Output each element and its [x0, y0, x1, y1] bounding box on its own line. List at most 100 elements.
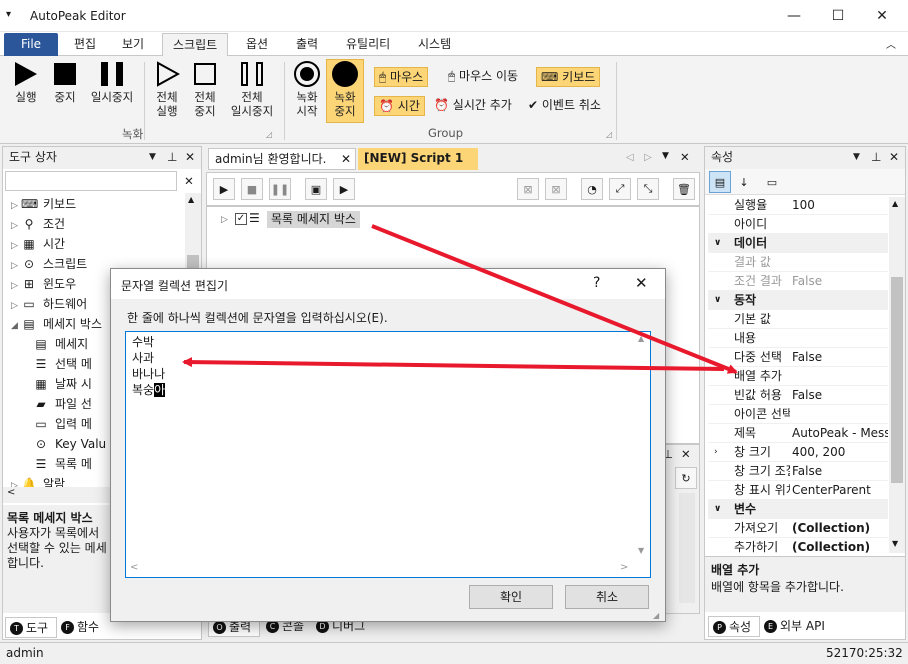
tree-subitem-file[interactable]: ▰ 파일 선	[33, 395, 92, 415]
tab-close-icon[interactable]: ✕	[341, 149, 351, 169]
pin-icon[interactable]: ⊥	[871, 147, 881, 168]
tab-welcome[interactable]: admin님 환영합니다. ✕	[208, 148, 356, 170]
panel-menu-icon[interactable]: ▼	[149, 147, 156, 168]
textarea-vscrollbar[interactable]: ▲ ▼	[634, 332, 650, 562]
dialog-launcher-icon[interactable]: ◿	[266, 130, 272, 139]
property-row[interactable]: 창 표시 위치CenterParent	[708, 481, 888, 500]
panel-close-icon[interactable]: ✕	[889, 147, 899, 168]
toolbox-search-input[interactable]	[5, 171, 177, 191]
pause-button[interactable]: 일시중지	[84, 60, 140, 104]
tab-output[interactable]: 출력	[286, 33, 328, 56]
tab-external-api[interactable]: E 외부 API	[760, 616, 836, 637]
panel-close-icon[interactable]: ✕	[185, 147, 195, 168]
collapse-icon[interactable]: ∨	[714, 500, 721, 518]
run-to-end-icon[interactable]: ▶	[333, 178, 355, 200]
tree-subitem-keyvalue[interactable]: ⊙ Key Valu	[33, 435, 106, 455]
scroll-right-icon[interactable]: ▷	[644, 152, 652, 163]
tab-view[interactable]: 보기	[112, 33, 154, 56]
property-row[interactable]: 빈값 허용 False	[708, 386, 888, 405]
tree-item-script[interactable]: ▷ ⊙ 스크립트	[11, 255, 87, 275]
property-row[interactable]: 실행율 100	[708, 196, 888, 215]
collapse-ribbon-icon[interactable]: ︿	[886, 36, 896, 51]
close-button[interactable]: ✕	[860, 2, 904, 30]
pin-icon[interactable]: ⊥	[167, 147, 177, 168]
dialog-close-button[interactable]: ✕	[635, 274, 648, 292]
pause-all-button[interactable]: 전체 일시중지	[224, 60, 280, 118]
property-row[interactable]: 내용	[708, 329, 888, 348]
tab-list-icon[interactable]: ▼	[662, 151, 669, 161]
time-toggle[interactable]: ⏰ 시간	[374, 96, 425, 116]
tab-tools[interactable]: T 도구	[5, 617, 57, 638]
tab-system[interactable]: 시스템	[408, 33, 461, 56]
system-menu-icon[interactable]: ▾	[6, 9, 11, 20]
tab-script[interactable]: 스크립트	[162, 33, 229, 56]
tab-functions[interactable]: F 함수	[57, 617, 111, 638]
editor-close-icon[interactable]: ✕	[680, 150, 690, 164]
tab-script-1[interactable]: [NEW] Script 1	[358, 148, 478, 170]
step-icon[interactable]: ▣	[305, 178, 327, 200]
tab-file[interactable]: File	[4, 33, 58, 56]
tree-item-keyboard[interactable]: ▷ ⌨ 키보드	[11, 195, 76, 215]
tab-properties[interactable]: P 속성	[708, 616, 760, 637]
expand-node-icon[interactable]: ▷	[221, 215, 228, 225]
record-stop-button[interactable]: 녹화 중지	[326, 59, 364, 123]
property-row[interactable]: 기본 값	[708, 310, 888, 329]
property-row[interactable]: 배열 추가	[708, 367, 888, 386]
close-x-icon[interactable]: ⊠	[517, 178, 539, 200]
tab-utility[interactable]: 유틸리티	[336, 33, 400, 56]
property-row[interactable]: 결과 값	[708, 253, 888, 272]
property-row[interactable]: 가져오기 (Collection)	[708, 519, 888, 538]
property-row[interactable]: 조건 결과 False	[708, 272, 888, 291]
property-row[interactable]: 창 크기 조절False	[708, 462, 888, 481]
dialog-launcher-icon[interactable]: ◿	[606, 130, 612, 139]
property-category[interactable]: ∨ 데이터	[708, 234, 888, 253]
tree-item-window[interactable]: ▷ ⊞ 윈도우	[11, 275, 76, 295]
record-start-button[interactable]: 녹화 시작	[288, 60, 326, 118]
delete-icon[interactable]: 🗑	[673, 178, 695, 200]
tree-subitem-list[interactable]: ☰ 목록 메	[33, 455, 92, 475]
tab-edit[interactable]: 편집	[64, 33, 106, 56]
output-scrollbar[interactable]	[679, 493, 695, 603]
property-pages-icon[interactable]: ▭	[761, 171, 783, 193]
property-row[interactable]: 아이디	[708, 215, 888, 234]
collapse-icon[interactable]: ⤡	[637, 178, 659, 200]
maximize-button[interactable]: ☐	[816, 2, 860, 30]
refresh-icon[interactable]: ↻	[675, 467, 697, 489]
tree-item-condition[interactable]: ▷ ⚲ 조건	[11, 215, 65, 235]
keyboard-toggle[interactable]: ⌨ 키보드	[536, 67, 601, 87]
collection-textarea[interactable]: 수박 사과 바나나 복숭아 ▲ ▼ < >	[125, 331, 651, 578]
help-button[interactable]: ?	[593, 275, 600, 291]
cancel-button[interactable]: 취소	[565, 585, 649, 609]
sort-az-icon[interactable]: ↓	[733, 171, 755, 193]
property-row[interactable]: 아이콘 선택	[708, 405, 888, 424]
property-row[interactable]: 제목AutoPeak - Message	[708, 424, 888, 443]
property-row[interactable]: 다중 선택 False	[708, 348, 888, 367]
scroll-left-icon[interactable]: ◁	[626, 152, 634, 163]
run-all-button[interactable]: 전체 실행	[148, 60, 186, 118]
collapse-icon[interactable]: ∨	[714, 234, 721, 252]
property-category[interactable]: ∨ 변수	[708, 500, 888, 519]
tree-subitem-input[interactable]: ▭ 입력 메	[33, 415, 92, 435]
timer-icon[interactable]: ◔	[581, 178, 603, 200]
node-checkbox[interactable]: ✓	[235, 213, 247, 225]
panel-close-icon[interactable]: ✕	[681, 447, 691, 461]
event-cancel-toggle[interactable]: ✔ 이벤트 취소	[524, 96, 605, 116]
stop-all-button[interactable]: 전체 중지	[186, 60, 224, 118]
expand-icon[interactable]: ⤢	[609, 178, 631, 200]
mouse-toggle[interactable]: 🖱 마우스	[374, 67, 429, 87]
ok-button[interactable]: 확인	[469, 585, 553, 609]
play-icon[interactable]: ▶	[213, 178, 235, 200]
tree-subitem-date[interactable]: ▦ 날짜 시	[33, 375, 92, 395]
clear-search-icon[interactable]: ✕	[179, 171, 199, 191]
expand-icon[interactable]: ›	[714, 443, 718, 461]
tree-item-hardware[interactable]: ▷ ▭ 하드웨어	[11, 295, 87, 315]
categorized-icon[interactable]: ▤	[709, 171, 731, 193]
script-node[interactable]: 목록 메세지 박스	[267, 211, 360, 228]
pause-icon[interactable]: ❚❚	[269, 178, 291, 200]
collapse-icon[interactable]: ∨	[714, 291, 721, 309]
property-row[interactable]: › 창 크기 400, 200	[708, 443, 888, 462]
tree-item-time[interactable]: ▷ ▦ 시간	[11, 235, 65, 255]
resize-grip-icon[interactable]: ◢	[653, 611, 659, 620]
property-row[interactable]: 추가하기 (Collection)	[708, 538, 888, 557]
play-button[interactable]: 실행	[6, 60, 46, 104]
